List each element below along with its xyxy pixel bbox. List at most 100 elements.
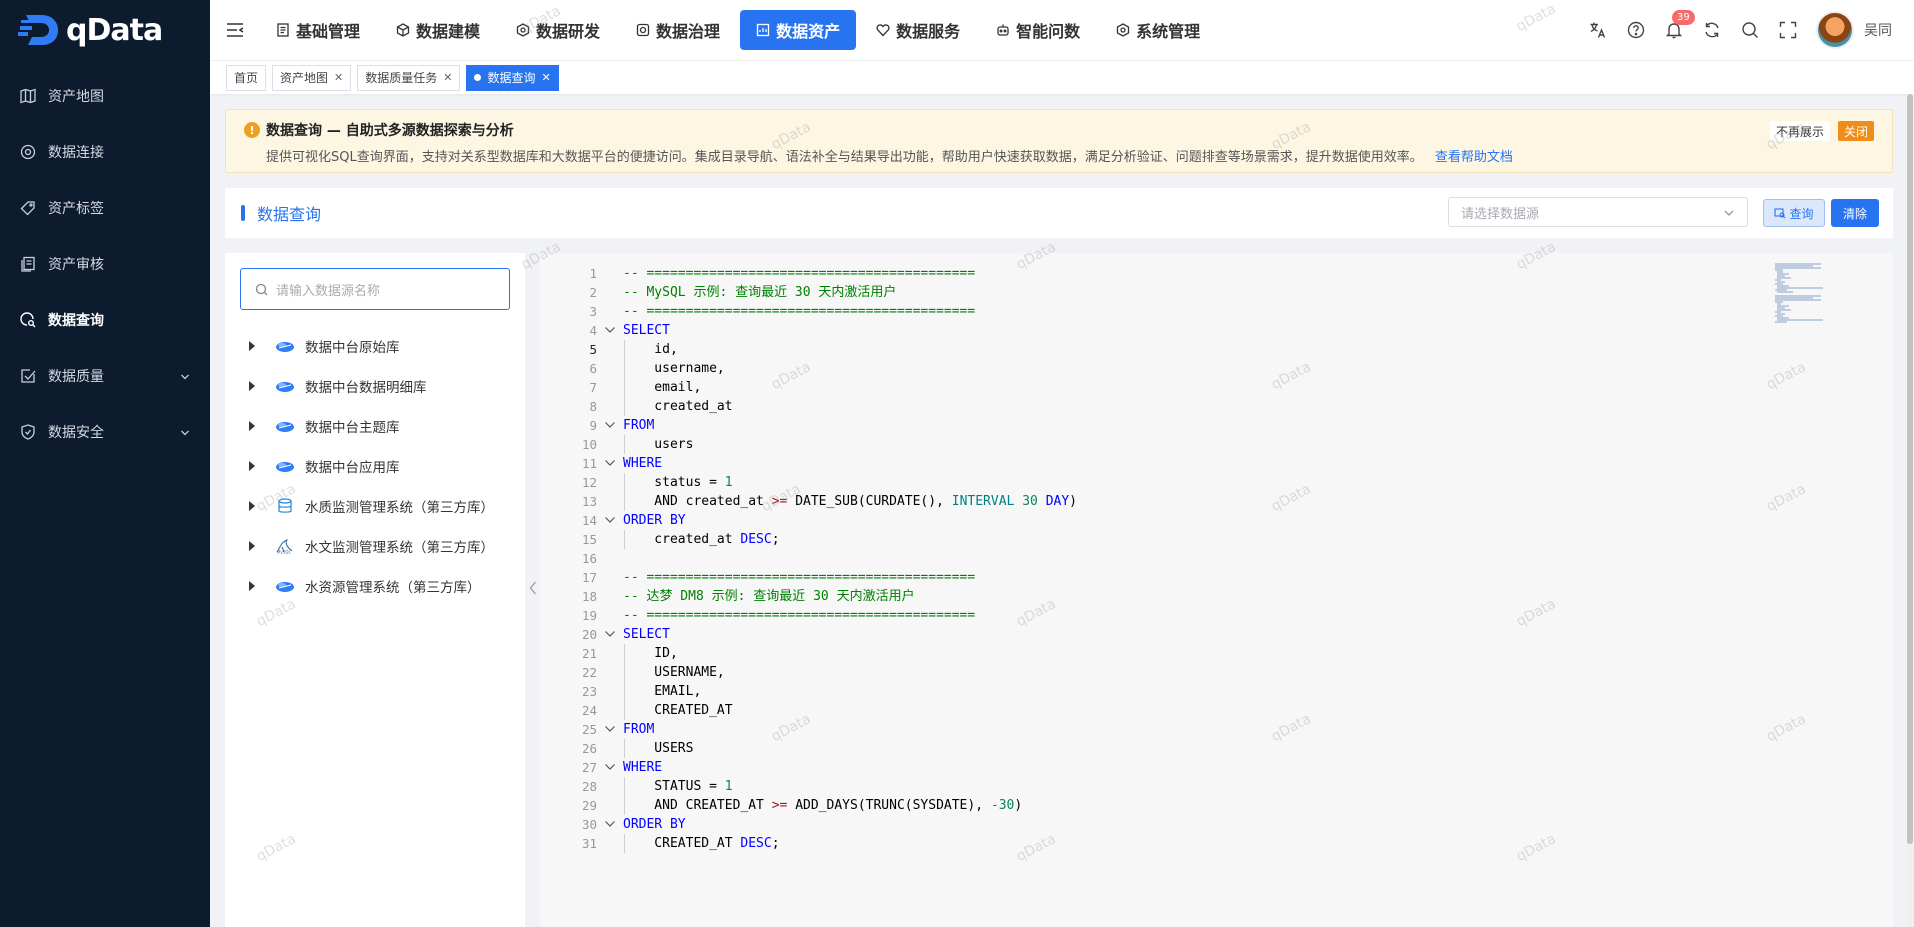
tab-asset-map[interactable]: 资产地图 ✕ [272,64,352,91]
code-text: USERS [623,741,694,756]
tab-quality-task[interactable]: 数据质量任务 ✕ [357,64,461,91]
sidebar-item-label: 资产审核 [48,257,104,273]
datasource-tree: 数据中台原始库 数据中台数据明细库 数据中台主题库数据中台应用库水质监测管理系统（第… [225,326,525,606]
tab-home[interactable]: 首页 [226,64,267,91]
fold-chevron-icon[interactable] [604,323,616,335]
tree-item-label: 数据中台应用库 [305,460,400,476]
dismiss-button[interactable]: 不再展示 [1769,121,1830,141]
query-button[interactable]: 查询 [1763,199,1825,227]
brand-name: qData [66,12,163,48]
topnav-data-assets[interactable]: 数据资产 [740,10,857,50]
expand-caret-icon[interactable] [249,461,255,471]
close-icon[interactable]: ✕ [542,71,551,84]
fold-chevron-icon[interactable] [604,722,616,734]
cube-icon [396,23,410,37]
fold-chevron-icon[interactable] [604,627,616,639]
tree-item[interactable]: 数据中台数据明细库 [225,366,525,406]
expand-caret-icon[interactable] [249,381,255,391]
clear-button-label: 清除 [1842,206,1867,221]
line-number: 16 [581,551,597,566]
line-number: 17 [581,570,597,585]
chevron-left-icon[interactable] [529,581,537,599]
topnav-data-development[interactable]: 数据研发 [500,10,616,50]
help-icon[interactable] [1626,20,1646,40]
tree-item[interactable]: 数据中台原始库 [225,326,525,366]
topnav-data-governance[interactable]: 数据治理 [620,10,736,50]
username[interactable]: 吴同 [1864,20,1892,40]
code-text: CREATED_AT DESC; [623,836,780,851]
sidebar-item-label: 数据安全 [48,425,104,441]
tree-item[interactable]: 水质监测管理系统（第三方库） [225,486,525,526]
sql-editor[interactable]: 1 -- ====================================… [540,253,1893,927]
fold-chevron-icon[interactable] [604,760,616,772]
warning-icon: ! [244,122,260,138]
tab-label: 数据质量任务 [365,71,438,85]
shield-icon [20,424,36,440]
fullscreen-icon[interactable] [1778,20,1798,40]
refresh-icon[interactable] [1702,20,1722,40]
editor-minimap[interactable] [1773,263,1831,323]
menu-toggle-icon[interactable] [210,0,260,60]
sidebar-item-data-connection[interactable]: 数据连接 [0,124,210,180]
datasource-search-input[interactable]: 请输入数据源名称 [240,268,510,310]
fold-chevron-icon[interactable] [604,513,616,525]
topnav-basic-management[interactable]: 基础管理 [260,10,376,50]
clear-button[interactable]: 清除 [1831,199,1879,227]
sidebar-item-asset-audit[interactable]: 资产审核 [0,236,210,292]
fold-chevron-icon[interactable] [604,456,616,468]
cloud-db-icon [275,578,295,594]
sidebar-item-data-security[interactable]: 数据安全 [0,404,210,460]
expand-caret-icon[interactable] [249,541,255,551]
help-doc-link[interactable]: 查看帮助文档 [1435,150,1513,165]
editor-scrollbar[interactable] [1879,253,1893,927]
topnav-smart-query[interactable]: 智能问数 [980,10,1096,50]
page-scrollbar[interactable] [1906,94,1914,927]
code-text: CREATED_AT [623,703,733,718]
bell-icon[interactable]: 39 [1664,10,1695,40]
tree-item[interactable]: 水资源管理系统（第三方库） [225,566,525,606]
notification-badge: 39 [1672,10,1695,25]
sidebar-item-asset-tag[interactable]: 资产标签 [0,180,210,236]
topnav-label: 数据治理 [656,22,721,41]
avatar[interactable] [1816,11,1854,49]
tree-item[interactable]: MySQL 水文监测管理系统（第三方库） [225,526,525,566]
chevron-down-icon [180,426,190,442]
tree-item[interactable]: 数据中台应用库 [225,446,525,486]
datasource-select[interactable]: 请选择数据源 [1448,197,1748,227]
panel-splitter[interactable] [525,253,540,927]
sidebar-item-label: 资产标签 [48,201,104,217]
sidebar-item-data-query[interactable]: 数据查询 [0,292,210,348]
close-icon[interactable]: ✕ [443,71,452,84]
sidebar-item-data-quality[interactable]: 数据质量 [0,348,210,404]
tag-icon [20,200,36,216]
expand-caret-icon[interactable] [249,581,255,591]
expand-caret-icon[interactable] [249,421,255,431]
topnav-data-services[interactable]: 数据服务 [860,10,976,50]
sidebar-item-asset-map[interactable]: 资产地图 [0,68,210,124]
fold-chevron-icon[interactable] [604,418,616,430]
tree-item[interactable]: 数据中台主题库 [225,406,525,446]
fold-chevron-icon[interactable] [604,817,616,829]
search-icon[interactable] [1740,20,1760,40]
line-number: 7 [589,380,597,395]
translate-icon[interactable] [1588,20,1608,40]
tab-data-query[interactable]: 数据查询 ✕ [466,64,559,91]
line-number: 31 [581,836,597,851]
page-title: 数据查询 [257,205,322,224]
expand-caret-icon[interactable] [249,341,255,351]
sidebar-item-label: 数据质量 [48,369,104,385]
close-icon[interactable]: ✕ [334,71,343,84]
chevron-down-icon [180,370,190,386]
code-text: SELECT [623,627,670,642]
code-text: users [623,437,694,452]
expand-caret-icon[interactable] [249,501,255,511]
topnav-data-modeling[interactable]: 数据建模 [380,10,496,50]
close-notice-button[interactable]: 关闭 [1837,121,1874,141]
line-number: 6 [589,361,597,376]
line-number: 10 [581,437,597,452]
line-number: 2 [589,285,597,300]
topnav-system-management[interactable]: 系统管理 [1100,10,1216,50]
code-text: USERNAME, [623,665,725,680]
cloud-db-icon [275,338,295,354]
logo[interactable]: qData [0,0,210,60]
